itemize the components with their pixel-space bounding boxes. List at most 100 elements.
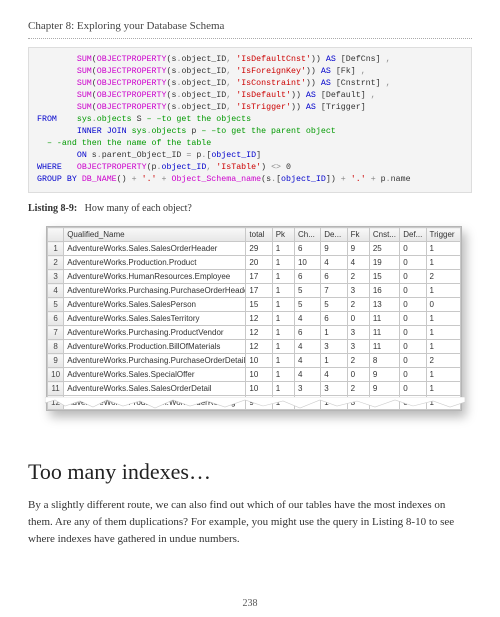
table-cell: 12 — [246, 340, 272, 354]
table-cell: 13 — [369, 298, 399, 312]
table-cell: 9 — [369, 382, 399, 396]
table-cell: 10 — [48, 368, 64, 382]
table-cell: 4 — [48, 284, 64, 298]
table-cell: 1 — [272, 298, 294, 312]
table-cell: AdventureWorks.Sales.SalesTerritory — [64, 312, 246, 326]
table-cell: AdventureWorks.Purchasing.PurchaseOrderH… — [64, 284, 246, 298]
table-cell: 2 — [347, 354, 369, 368]
table-header: Cnst... — [369, 228, 399, 242]
table-cell: 19 — [369, 256, 399, 270]
section-heading: Too many indexes… — [28, 459, 472, 485]
table-row: 8AdventureWorks.Production.BillOfMateria… — [48, 340, 461, 354]
table-cell: 6 — [294, 242, 320, 256]
table-cell: 7 — [321, 284, 347, 298]
table-cell: 4 — [347, 256, 369, 270]
table-cell: 29 — [246, 242, 272, 256]
table-cell: 12 — [48, 396, 64, 410]
table-header — [48, 228, 64, 242]
table-cell: 1 — [272, 396, 294, 410]
table-cell: 6 — [294, 326, 320, 340]
table-cell: 5 — [294, 298, 320, 312]
chapter-title: Chapter 8: Exploring your Database Schem… — [28, 20, 472, 39]
table-cell: AdventureWorks.Purchasing.PurchaseOrderD… — [64, 354, 246, 368]
table-cell: 1 — [321, 354, 347, 368]
table-cell: 0 — [347, 368, 369, 382]
table-cell: 11 — [48, 382, 64, 396]
table-cell: 2 — [347, 270, 369, 284]
table-cell: 1 — [272, 340, 294, 354]
table-cell: 0 — [400, 312, 426, 326]
table-cell: 8 — [369, 354, 399, 368]
table-header: total — [246, 228, 272, 242]
table-cell: 3 — [48, 270, 64, 284]
table-cell: 3 — [347, 340, 369, 354]
table-cell: AdventureWorks.Production.Product — [64, 256, 246, 270]
table-cell: 10 — [246, 368, 272, 382]
table-cell: 15 — [246, 298, 272, 312]
table-cell: 1 — [426, 368, 460, 382]
table-cell: 1 — [272, 284, 294, 298]
table-cell: 1 — [426, 326, 460, 340]
table-cell: 11 — [369, 326, 399, 340]
table-cell: 20 — [246, 256, 272, 270]
table-cell: 3 — [321, 340, 347, 354]
table-cell: 3 — [347, 326, 369, 340]
table-cell: 10 — [294, 256, 320, 270]
table-cell: 4 — [294, 368, 320, 382]
table-cell: 10 — [246, 354, 272, 368]
table-cell: 1 — [426, 312, 460, 326]
table-cell: 0 — [400, 340, 426, 354]
table-row: 6AdventureWorks.Sales.SalesTerritory1214… — [48, 312, 461, 326]
table-cell: 2 — [347, 298, 369, 312]
table-cell: 17 — [246, 270, 272, 284]
table-cell: AdventureWorks.Production.BillOfMaterial… — [64, 340, 246, 354]
table-cell: AdventureWorks.HumanResources.Employee — [64, 270, 246, 284]
table-cell: 4 — [294, 340, 320, 354]
table-cell: 6 — [321, 312, 347, 326]
listing-text: How many of each object? — [85, 203, 192, 214]
table-cell: 3 — [294, 382, 320, 396]
sql-code-block: SUM(OBJECTPROPERTY(s.object_ID, 'IsDefau… — [28, 47, 472, 193]
table-cell: 0 — [400, 242, 426, 256]
table-cell: 1 — [321, 396, 347, 410]
table-cell: 6 — [294, 270, 320, 284]
table-cell: 16 — [369, 284, 399, 298]
table-cell: 0 — [400, 326, 426, 340]
table-cell: 10 — [246, 382, 272, 396]
table-cell: 9 — [321, 242, 347, 256]
table-cell: 9 — [369, 368, 399, 382]
table-header: Qualified_Name — [64, 228, 246, 242]
table-cell: 25 — [369, 242, 399, 256]
table-cell: 5 — [321, 298, 347, 312]
table-row: 12AdventureWorks.Production.WorkOrderRou… — [48, 396, 461, 410]
table-cell: 0 — [400, 354, 426, 368]
table-cell: 9 — [48, 354, 64, 368]
body-paragraph: By a slightly different route, we can al… — [28, 497, 472, 548]
table-cell: 5 — [294, 284, 320, 298]
table-cell: AdventureWorks.Sales.SalesOrderHeader — [64, 242, 246, 256]
table-header: De... — [321, 228, 347, 242]
results-table-wrap: Qualified_NametotalPkCh...De...FkCnst...… — [46, 226, 462, 411]
table-cell: 1 — [272, 270, 294, 284]
table-cell: 3 — [321, 382, 347, 396]
table-cell: 1 — [426, 396, 460, 410]
table-cell: 1 — [426, 340, 460, 354]
table-cell: 7 — [48, 326, 64, 340]
table-cell: 3 — [347, 284, 369, 298]
table-cell: 0 — [400, 284, 426, 298]
table-row: 9AdventureWorks.Purchasing.PurchaseOrder… — [48, 354, 461, 368]
table-cell: 5 — [48, 298, 64, 312]
table-header: Pk — [272, 228, 294, 242]
table-cell: 1 — [321, 326, 347, 340]
table-cell: AdventureWorks.Purchasing.ProductVendor — [64, 326, 246, 340]
table-cell: 0 — [400, 396, 426, 410]
table-cell: 8 — [48, 340, 64, 354]
table-header: Ch... — [294, 228, 320, 242]
table-cell: 2 — [426, 270, 460, 284]
table-cell: 6 — [48, 312, 64, 326]
table-cell: AdventureWorks.Sales.SalesOrderDetail — [64, 382, 246, 396]
table-row: 1AdventureWorks.Sales.SalesOrderHeader29… — [48, 242, 461, 256]
table-cell: 2 — [347, 382, 369, 396]
table-header: Trigger — [426, 228, 460, 242]
table-cell: 2 — [48, 256, 64, 270]
